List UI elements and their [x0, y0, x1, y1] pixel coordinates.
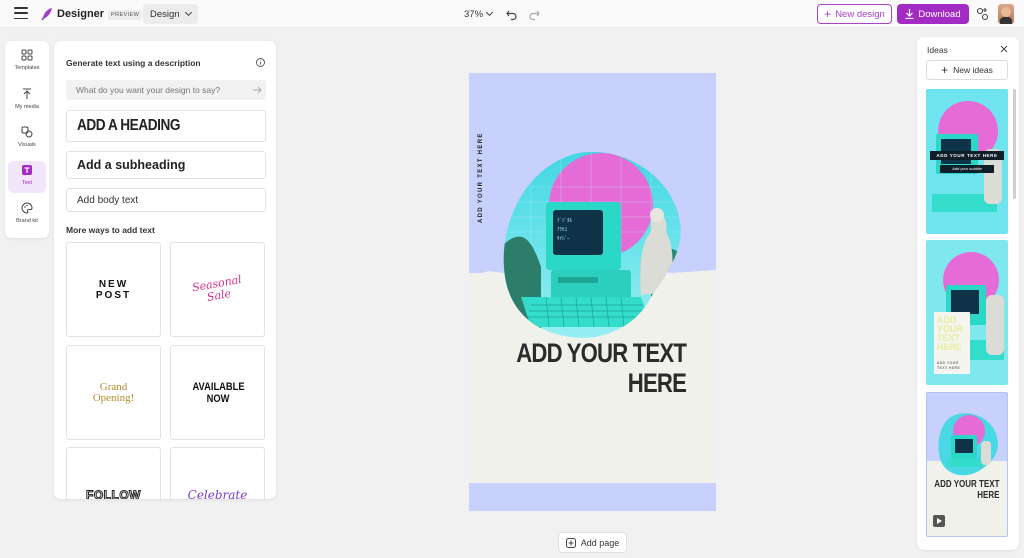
idea-banner-text: ADD YOUR TEXT HERE [936, 153, 998, 158]
idea-thumbnail[interactable]: ADD YOUR TEXT HERE ADD YOUR TEXT HERE [926, 240, 1008, 385]
share-icon[interactable] [976, 7, 990, 21]
main-heading-text[interactable]: ADD YOUR TEXT HERE [516, 338, 687, 398]
close-icon[interactable] [1000, 45, 1008, 53]
svg-text:ｱｸｾｽ: ｱｸｾｽ [557, 227, 568, 233]
avatar[interactable] [998, 4, 1014, 24]
text-style-tile[interactable]: FOLLOW [66, 447, 161, 499]
idea-small-text: ADD YOUR TEXT HERE [937, 361, 961, 370]
svg-text:ｻｲﾊﾞｰ: ｻｲﾊﾞｰ [557, 235, 570, 242]
add-page-icon [565, 537, 576, 548]
idea-thumbnail-art [926, 89, 1008, 234]
add-body-text-button[interactable]: Add body text [66, 188, 266, 212]
new-design-label: New design [835, 8, 885, 20]
tile-label: Seasonal Sale [190, 272, 243, 304]
plus-icon: + [824, 7, 832, 21]
tile-label: Grand Opening! [92, 380, 135, 404]
rail-item-label: Visuals [18, 142, 36, 148]
text-style-tile[interactable]: Grand Opening! [66, 345, 161, 440]
templates-icon [21, 49, 33, 61]
panel-title: Generate text using a description [66, 58, 201, 68]
idea-main-text: ADD YOUR TEXT HERE [937, 315, 964, 352]
preview-badge: PREVIEW [108, 10, 143, 20]
design-dropdown[interactable]: Design [143, 4, 198, 24]
download-icon [905, 9, 914, 19]
add-body-text-label: Add body text [77, 194, 139, 206]
ideas-title: Ideas [927, 45, 948, 55]
idea-thumbnail[interactable]: ADD YOUR TEXT HERE [926, 392, 1008, 537]
rail-item-label: My media [15, 104, 39, 110]
tile-label: Celebrate [187, 488, 248, 499]
tile-label: NEW POST [95, 278, 132, 301]
ideas-scrollbar[interactable] [1013, 89, 1016, 199]
rail-item-visuals[interactable]: Visuals [8, 123, 46, 155]
rail-item-label: Templates [14, 65, 40, 71]
menu-icon[interactable] [14, 7, 28, 19]
info-icon[interactable] [256, 58, 265, 67]
main-heading-line1: ADD YOUR TEXT [516, 338, 687, 368]
ideas-panel: Ideas + New ideas ADD YOUR TEXT HERE Add… [917, 37, 1019, 550]
app-name: Designer [57, 8, 105, 20]
idea-main-line2: HERE [976, 490, 999, 501]
idea-main-line1: ADD YOUR TEXT [933, 479, 999, 490]
rail-item-label: Text [21, 180, 33, 186]
rail-item-templates[interactable]: Templates [8, 46, 46, 78]
text-icon [22, 165, 32, 175]
idea-thumbnail-art [927, 393, 1007, 536]
text-style-tile[interactable]: Seasonal Sale [170, 242, 265, 337]
add-page-button[interactable]: Add page [558, 532, 627, 553]
text-style-tile[interactable]: Celebrate [170, 447, 265, 499]
new-design-button[interactable]: + New design [817, 4, 892, 24]
rail-item-label: Brand kit [16, 218, 38, 224]
zoom-level[interactable]: 37% [464, 9, 483, 20]
undo-icon[interactable] [505, 7, 519, 21]
add-heading-button[interactable]: ADD A HEADING [66, 110, 266, 142]
add-subheading-label: Add a subheading [77, 158, 186, 172]
new-ideas-label: New ideas [953, 65, 993, 75]
idea-sub-text: Add your subtitle [952, 166, 982, 171]
vertical-text[interactable]: ADD YOUR TEXT HERE [478, 132, 484, 223]
svg-text:ﾃﾞｼﾞﾀﾙ: ﾃﾞｼﾞﾀﾙ [557, 217, 573, 224]
design-canvas[interactable]: ADD YOUR TEXT HERE ﾃﾞｼﾞﾀﾙ ｱｸｾｽ ｻｲﾊﾞｰ ADD… [469, 73, 716, 511]
add-subheading-button[interactable]: Add a subheading [66, 151, 266, 179]
designer-logo-icon [41, 8, 52, 21]
idea-thumbnail[interactable]: ADD YOUR TEXT HERE Add your subtitle [926, 89, 1008, 234]
tile-label: FOLLOW [86, 488, 141, 500]
idea-main-text: ADD YOUR TEXT HERE [934, 479, 999, 501]
download-button[interactable]: Download [897, 4, 969, 24]
chevron-down-icon [184, 8, 193, 17]
rail-item-brand-kit[interactable]: Brand kit [8, 199, 46, 231]
redo-icon[interactable] [527, 7, 541, 21]
add-page-label: Add page [580, 537, 620, 548]
add-heading-label: ADD A HEADING [77, 117, 181, 134]
arrow-right-icon[interactable] [251, 84, 263, 96]
text-style-tile[interactable]: AVAILABLE NOW [170, 345, 265, 440]
rail-item-text[interactable]: Text [8, 161, 46, 193]
left-rail: Templates My media Visuals Text Brand ki… [5, 41, 49, 238]
plus-icon: + [941, 63, 949, 77]
text-panel: Generate text using a description ADD A … [54, 41, 276, 499]
shapes-icon [21, 126, 33, 138]
more-ways-heading: More ways to add text [66, 225, 155, 235]
upload-icon [23, 88, 31, 99]
main-heading-line2: HERE [627, 368, 687, 398]
prompt-input[interactable] [66, 80, 266, 100]
tile-label: AVAILABLE NOW [192, 380, 245, 405]
download-label: Download [918, 8, 961, 20]
top-bar: Designer PREVIEW Design 37% + New design… [0, 0, 1024, 28]
design-dropdown-label: Design [150, 8, 180, 20]
zoom-chevron-icon[interactable] [485, 8, 494, 17]
palette-icon [21, 202, 33, 214]
retro-computer-image[interactable]: ﾃﾞｼﾞﾀﾙ ｱｸｾｽ ｻｲﾊﾞｰ [501, 147, 686, 347]
text-style-tile[interactable]: NEW POST [66, 242, 161, 337]
new-ideas-button[interactable]: + New ideas [926, 60, 1008, 80]
rail-item-my-media[interactable]: My media [8, 85, 46, 117]
